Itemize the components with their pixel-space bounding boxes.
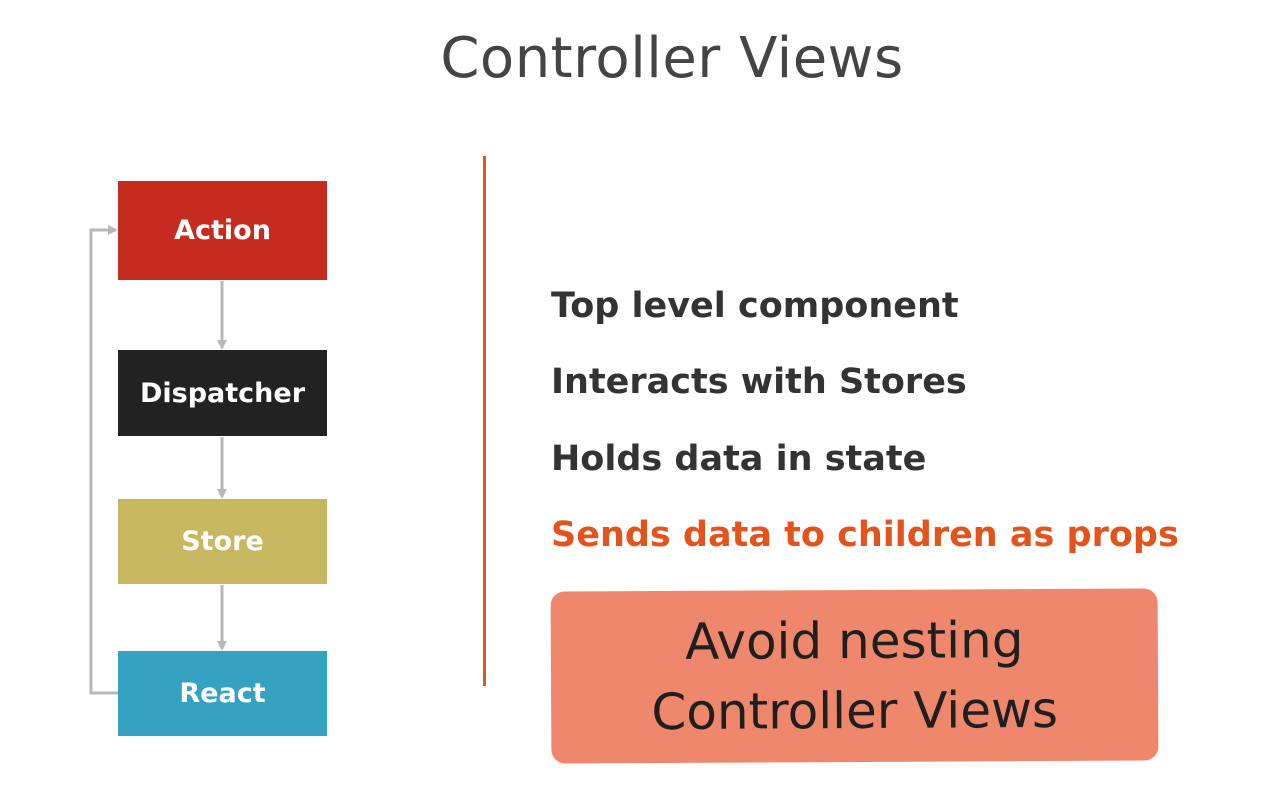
node-action: Action [118,181,327,280]
node-store: Store [118,499,327,584]
vertical-divider [483,156,486,686]
node-store-label: Store [181,526,264,557]
node-dispatcher-label: Dispatcher [139,377,306,409]
point-item: Top level component [551,286,959,326]
arrow-react-to-action-loop [89,225,118,695]
point-item: Holds data in state [551,439,927,479]
node-react-label: React [179,678,266,709]
callout-line-1: Avoid nesting [684,611,1024,671]
node-react: React [118,651,327,736]
node-action-label: Action [174,215,271,246]
point-item: Interacts with Stores [551,362,967,402]
point-item-highlight: Sends data to children as props [551,515,1179,555]
callout-box: Avoid nesting Controller Views [550,588,1159,764]
node-dispatcher: Dispatcher [118,350,327,436]
slide: Controller Views Action Dispatcher Store… [0,0,1264,803]
callout-line-2: Controller Views [651,680,1059,742]
